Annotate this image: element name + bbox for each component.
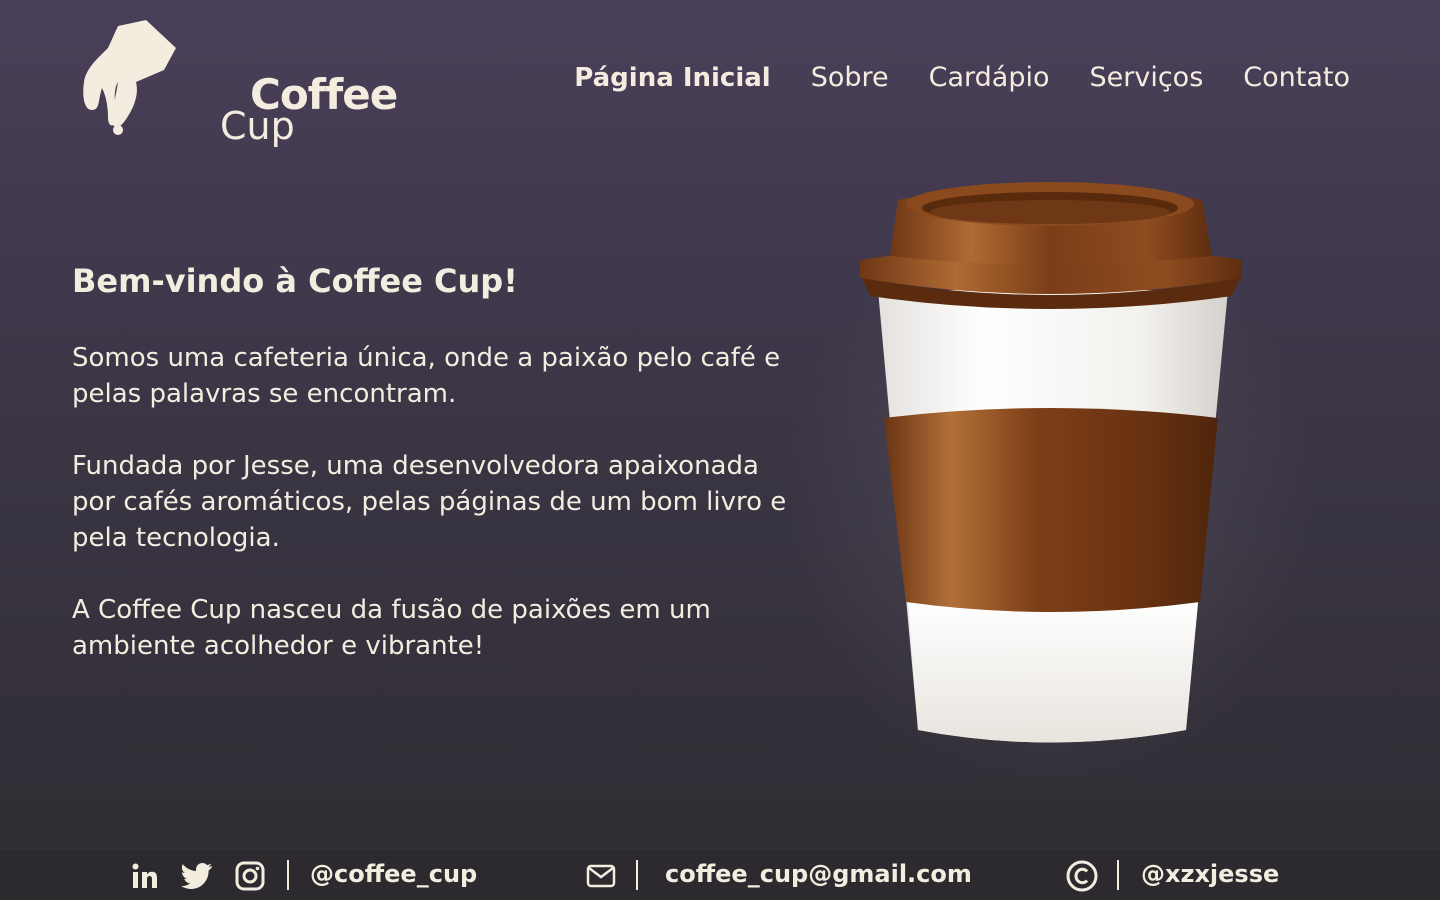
hero-paragraph-1: Somos uma cafeteria única, onde a paixão… <box>72 343 781 410</box>
footer-divider <box>636 860 638 890</box>
footer-divider <box>1117 860 1119 890</box>
hero-paragraph-3: A Coffee Cup nasceu da fusão de paixões … <box>72 595 711 662</box>
nav-item-home[interactable]: Página Inicial <box>574 63 770 93</box>
author-handle[interactable]: @xzxjesse <box>1141 860 1279 888</box>
brand-logo[interactable]: Coffee Cup <box>78 18 398 148</box>
main-nav: Página Inicial Sobre Cardápio Serviços C… <box>574 62 1350 93</box>
footer-divider <box>287 860 289 890</box>
instagram-icon[interactable] <box>235 861 265 891</box>
nav-item-menu[interactable]: Cardápio <box>929 62 1050 93</box>
coffee-cup-illustration <box>860 182 1242 743</box>
hero-title: Bem-vindo à Coffee Cup! <box>72 262 518 300</box>
coffee-pour-icon <box>83 20 176 135</box>
hero-section: Bem-vindo à Coffee Cup! Somos uma cafete… <box>72 262 792 700</box>
mail-icon[interactable] <box>586 864 616 888</box>
nav-item-contact[interactable]: Contato <box>1243 62 1350 93</box>
brand-word-cup: Cup <box>220 104 295 148</box>
twitter-icon[interactable] <box>181 862 213 890</box>
nav-item-services[interactable]: Serviços <box>1090 62 1204 93</box>
hero-paragraph-2: Fundada por Jesse, uma desenvolvedora ap… <box>72 451 787 554</box>
linkedin-icon[interactable] <box>131 862 159 890</box>
contact-email[interactable]: coffee_cup@gmail.com <box>665 860 972 888</box>
social-handle[interactable]: @coffee_cup <box>310 860 477 888</box>
copyright-icon <box>1066 860 1098 892</box>
nav-item-about[interactable]: Sobre <box>811 62 889 93</box>
